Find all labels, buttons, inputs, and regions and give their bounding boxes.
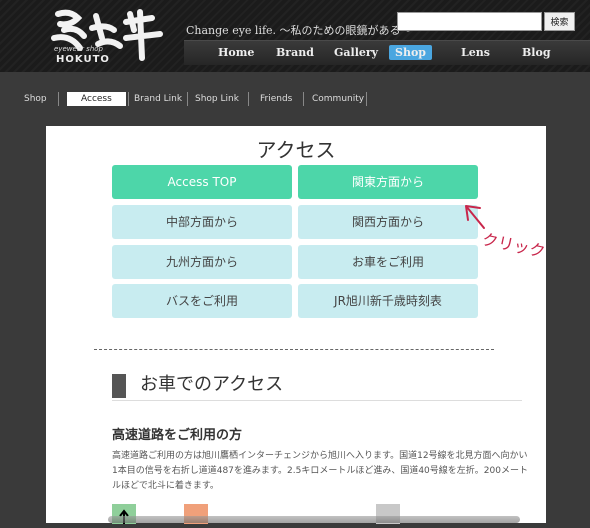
kyushu-button[interactable]: 九州方面から (112, 245, 292, 279)
page-title: アクセス (256, 138, 336, 162)
kansai-button[interactable]: 関西方面から (298, 205, 478, 239)
logo-tagline-small: eyewear shop (54, 45, 103, 53)
gnav-brand[interactable]: Brand (276, 46, 314, 59)
subnav-divider (58, 92, 59, 106)
subnav-divider (366, 92, 367, 106)
subnav-divider (128, 92, 129, 106)
car-button[interactable]: お車をご利用 (298, 245, 478, 279)
kanto-button[interactable]: 関東方面から (298, 165, 478, 199)
bottom-shadow (108, 516, 520, 523)
site-tagline: Change eye life. ～私のための眼鏡がある～ (186, 24, 412, 37)
jr-timetable-button[interactable]: JR旭川新千歳時刻表 (298, 284, 478, 318)
access-top-button[interactable]: Access TOP (112, 165, 292, 199)
gnav-shop[interactable]: Shop (389, 45, 432, 60)
subnav-divider (303, 92, 304, 106)
site-header: eyewear shop HOKUTO Change eye life. ～私の… (0, 0, 590, 72)
subnav-shop[interactable]: Shop (24, 92, 47, 106)
subnav-community[interactable]: Community (312, 92, 364, 106)
gnav-gallery[interactable]: Gallery (334, 46, 378, 59)
subnav-divider (248, 92, 249, 106)
sub-heading: 高速道路をご利用の方 (112, 428, 243, 443)
gnav-blog[interactable]: Blog (522, 46, 551, 59)
subnav-access[interactable]: Access (67, 92, 126, 106)
subnav-shop-link[interactable]: Shop Link (195, 92, 239, 106)
search-button[interactable]: 検索 (544, 12, 575, 31)
subnav-brand-link[interactable]: Brand Link (134, 92, 182, 106)
gnav-lens[interactable]: Lens (461, 46, 490, 59)
search-input[interactable] (397, 12, 542, 31)
directions-paragraph: 高速道路ご利用の方は旭川鷹栖インターチェンジから旭川へ入ります。国道12号線を北… (112, 451, 528, 491)
global-nav: Home Brand Gallery Shop Lens Blog (184, 40, 590, 65)
subnav-friends[interactable]: Friends (260, 92, 292, 106)
logo-name: HOKUTO (56, 54, 110, 65)
sub-nav: Shop Access Brand Link Shop Link Friends… (0, 88, 590, 110)
section-heading-underline (112, 400, 522, 401)
main-content: アクセス Access TOP 関東方面から 中部方面から 関西方面から 九州方… (46, 126, 546, 524)
bus-button[interactable]: バスをご利用 (112, 284, 292, 318)
subnav-divider (187, 92, 188, 106)
gnav-home[interactable]: Home (218, 46, 254, 59)
section-divider (94, 349, 494, 350)
chubu-button[interactable]: 中部方面から (112, 205, 292, 239)
section-heading: お車でのアクセス (112, 374, 283, 398)
